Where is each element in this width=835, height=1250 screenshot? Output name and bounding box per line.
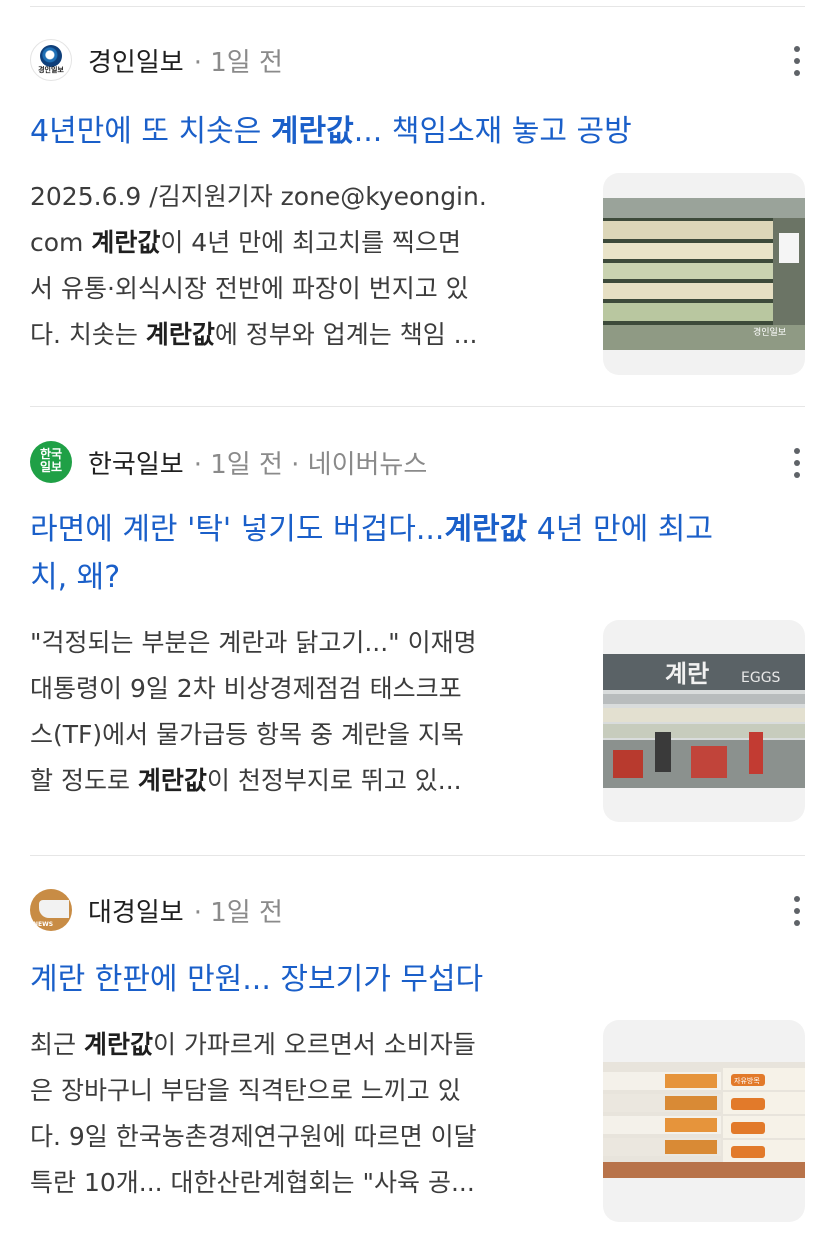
supermarket-egg-aisle-image: 계란 EGGS — [603, 654, 805, 788]
daekyung-logo-icon: NEWS — [30, 889, 72, 931]
article-snippet: 2025.6.9 /김지원기자 zone@kyeongin. com 계란값이 … — [30, 182, 487, 349]
top-divider — [30, 6, 805, 7]
news-card-2[interactable]: 한국 일보 한국일보 · 1일 전 · 네이버뉴스 라면에 계란 '탁' 넣기도 … — [30, 440, 805, 856]
article-snippet: 최근 계란값이 가파르게 오르면서 소비자들 은 장바구니 부담을 직격탄으로 … — [30, 1030, 477, 1197]
source-row: 경인일보 경인일보 · 1일 전 — [30, 38, 805, 82]
more-options-icon[interactable] — [789, 448, 805, 478]
news-card-1[interactable]: 경인일보 경인일보 · 1일 전 4년만에 또 치솟은 계란값... 책임소재 … — [30, 38, 805, 407]
publish-meta: · 1일 전 — [193, 897, 283, 928]
egg-shelf-image: 경인일보 — [603, 198, 805, 350]
source-row: 한국 일보 한국일보 · 1일 전 · 네이버뉴스 — [30, 440, 805, 484]
news-card-3[interactable]: NEWS 대경일보 · 1일 전 계란 한판에 만원... 장보기가 무섭다 최… — [30, 888, 805, 1228]
article-snippet: "걱정되는 부분은 계란과 닭고기..." 이재명 대통령이 9일 2차 비상경… — [30, 628, 477, 795]
divider — [30, 855, 805, 856]
svg-text:EGGS: EGGS — [741, 670, 781, 686]
article-thumbnail[interactable]: 계란 EGGS — [603, 620, 805, 822]
article-thumbnail[interactable]: 자유방목 — [603, 1020, 805, 1222]
egg-carton-image: 자유방목 — [603, 1062, 805, 1178]
publish-meta: · 1일 전 — [193, 47, 283, 78]
article-title[interactable]: 4년만에 또 치솟은 계란값... 책임소재 놓고 공방 — [30, 108, 632, 156]
svg-text:자유방목: 자유방목 — [734, 1076, 760, 1085]
svg-text:경인일보: 경인일보 — [753, 326, 786, 338]
source-name[interactable]: 대경일보 — [88, 892, 184, 929]
source-row: NEWS 대경일보 · 1일 전 — [30, 888, 805, 932]
publish-meta: · 1일 전 · 네이버뉴스 — [193, 449, 428, 480]
divider — [30, 406, 805, 407]
more-options-icon[interactable] — [789, 896, 805, 926]
more-options-icon[interactable] — [789, 46, 805, 76]
hankook-logo-icon: 한국 일보 — [30, 441, 72, 483]
kyeongin-logo-icon: 경인일보 — [30, 39, 72, 81]
article-thumbnail[interactable]: 경인일보 — [603, 173, 805, 375]
source-name[interactable]: 한국일보 — [88, 444, 184, 481]
source-name[interactable]: 경인일보 — [88, 42, 184, 79]
article-title[interactable]: 계란 한판에 만원... 장보기가 무섭다 — [30, 956, 483, 1004]
article-title[interactable]: 라면에 계란 '탁' 넣기도 버겁다...계란값 4년 만에 최고 치, 왜? — [30, 506, 805, 602]
svg-text:계란: 계란 — [665, 660, 709, 688]
